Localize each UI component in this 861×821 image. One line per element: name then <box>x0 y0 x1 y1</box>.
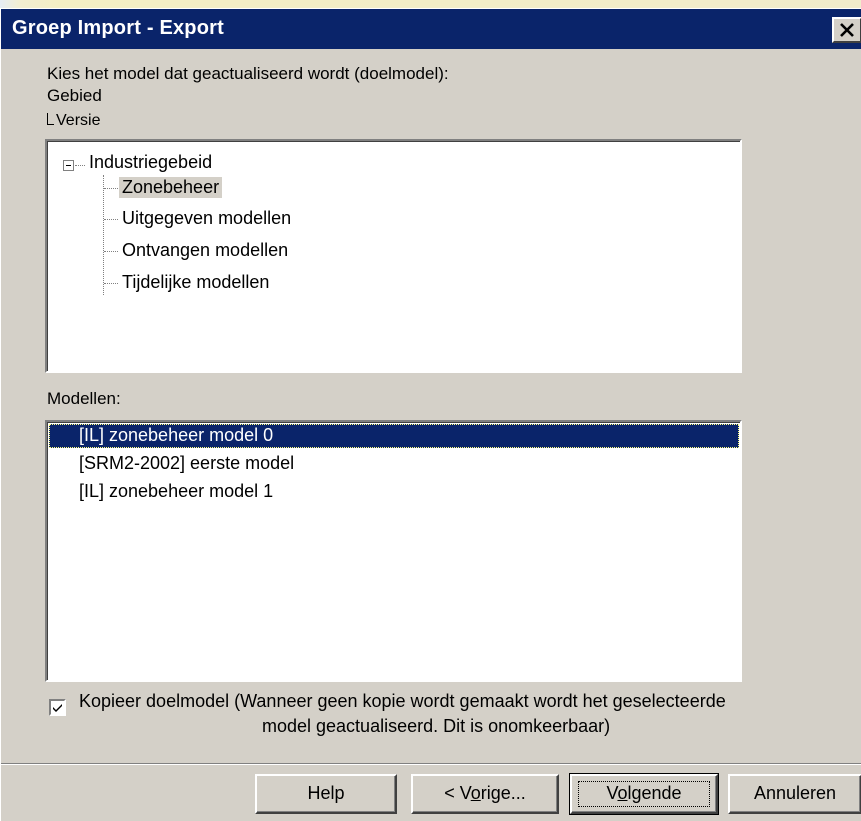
area-tree[interactable]: Industriegebeid Zonebeheer Uitgegeven mo… <box>45 139 742 373</box>
tree-connector <box>103 175 104 295</box>
cancel-button-label: Annuleren <box>753 783 837 803</box>
help-button[interactable]: Help <box>255 774 397 814</box>
tree-connector <box>104 251 118 252</box>
button-separator <box>1 763 861 765</box>
window-title: Groep Import - Export <box>12 17 224 39</box>
version-label: Versie <box>47 110 100 130</box>
dialog-window: Groep Import - Export Kies het model dat… <box>0 8 861 821</box>
close-button[interactable] <box>832 17 861 43</box>
tree-connector <box>104 219 118 220</box>
close-icon <box>840 23 854 37</box>
prompt-text: Kies het model dat geactualiseerd wordt … <box>47 64 449 83</box>
list-item[interactable]: [SRM2-2002] eerste model <box>49 452 739 476</box>
area-label: Gebied <box>47 86 102 105</box>
tree-node-ontvangen[interactable]: Ontvangen modellen <box>122 240 288 261</box>
copy-option-text-line1: Kopieer doelmodel (Wanneer geen kopie wo… <box>79 691 726 711</box>
checkmark-icon <box>53 704 62 712</box>
list-item[interactable]: [IL] zonebeheer model 1 <box>49 480 739 504</box>
tree-connector <box>75 165 85 166</box>
previous-button-label: < Vorige... <box>444 783 526 803</box>
tree-corner-icon <box>47 113 54 125</box>
help-button-label: Help <box>307 783 345 803</box>
collapse-icon[interactable] <box>63 160 74 171</box>
cancel-button[interactable]: Annuleren <box>728 774 861 814</box>
models-list[interactable]: [IL] zonebeheer model 0 [SRM2-2002] eers… <box>45 420 742 682</box>
tree-node-uitgegeven[interactable]: Uitgegeven modellen <box>122 208 291 229</box>
copy-option-text-line2: model geactualiseerd. Dit is onomkeerbaa… <box>262 716 611 736</box>
copy-model-checkbox[interactable] <box>49 699 66 716</box>
tree-node-zonebeheer[interactable]: Zonebeheer <box>119 177 223 198</box>
tree-connector <box>104 188 118 189</box>
previous-button[interactable]: < Vorige... <box>411 774 559 814</box>
tree-node-tijdelijk[interactable]: Tijdelijke modellen <box>122 272 269 293</box>
title-bar[interactable]: Groep Import - Export <box>1 9 861 49</box>
next-button[interactable]: Volgende <box>569 773 719 815</box>
tree-connector <box>104 283 118 284</box>
focus-rect <box>578 781 710 807</box>
models-label: Modellen: <box>47 389 121 408</box>
tree-node-root[interactable]: Industriegebeid <box>89 152 212 173</box>
list-item[interactable]: [IL] zonebeheer model 0 <box>49 424 739 448</box>
